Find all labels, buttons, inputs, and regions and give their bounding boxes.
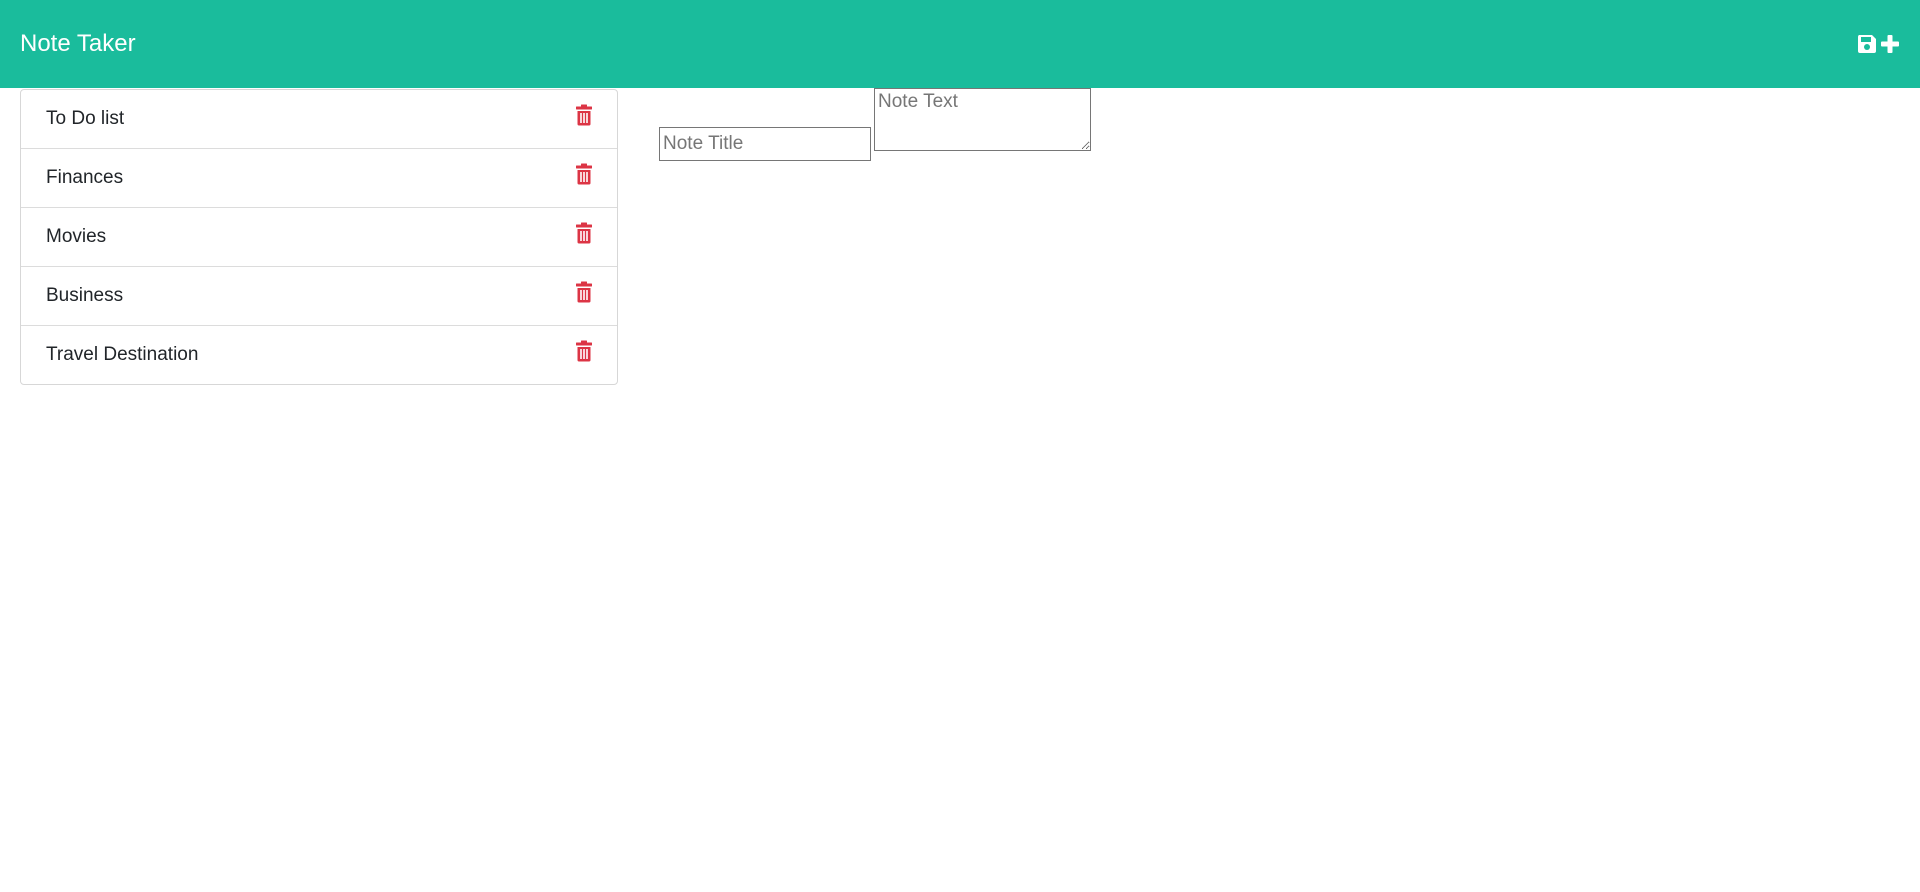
trash-icon[interactable] [575, 222, 593, 244]
trash-icon[interactable] [575, 281, 593, 303]
trash-icon[interactable] [575, 163, 593, 185]
navbar: Note Taker [0, 0, 1920, 88]
list-item[interactable]: Movies [21, 207, 617, 266]
list-item[interactable]: Finances [21, 148, 617, 207]
list-item[interactable]: To Do list [21, 90, 617, 148]
note-list: To Do list Finances Movies Business Trav… [20, 89, 618, 385]
trash-icon[interactable] [575, 340, 593, 362]
note-label[interactable]: To Do list [46, 90, 124, 148]
save-icon[interactable] [1857, 34, 1877, 54]
note-label[interactable]: Finances [46, 149, 123, 207]
note-label[interactable]: Business [46, 267, 123, 325]
list-item[interactable]: Business [21, 266, 617, 325]
trash-icon[interactable] [575, 104, 593, 126]
note-label[interactable]: Travel Destination [46, 326, 198, 384]
list-item[interactable]: Travel Destination [21, 325, 617, 384]
app-title[interactable]: Note Taker [20, 0, 136, 88]
header-actions [1857, 30, 1900, 58]
note-text-textarea[interactable] [874, 88, 1091, 151]
note-title-input[interactable] [659, 127, 871, 161]
plus-icon[interactable] [1880, 34, 1900, 54]
note-label[interactable]: Movies [46, 208, 106, 266]
